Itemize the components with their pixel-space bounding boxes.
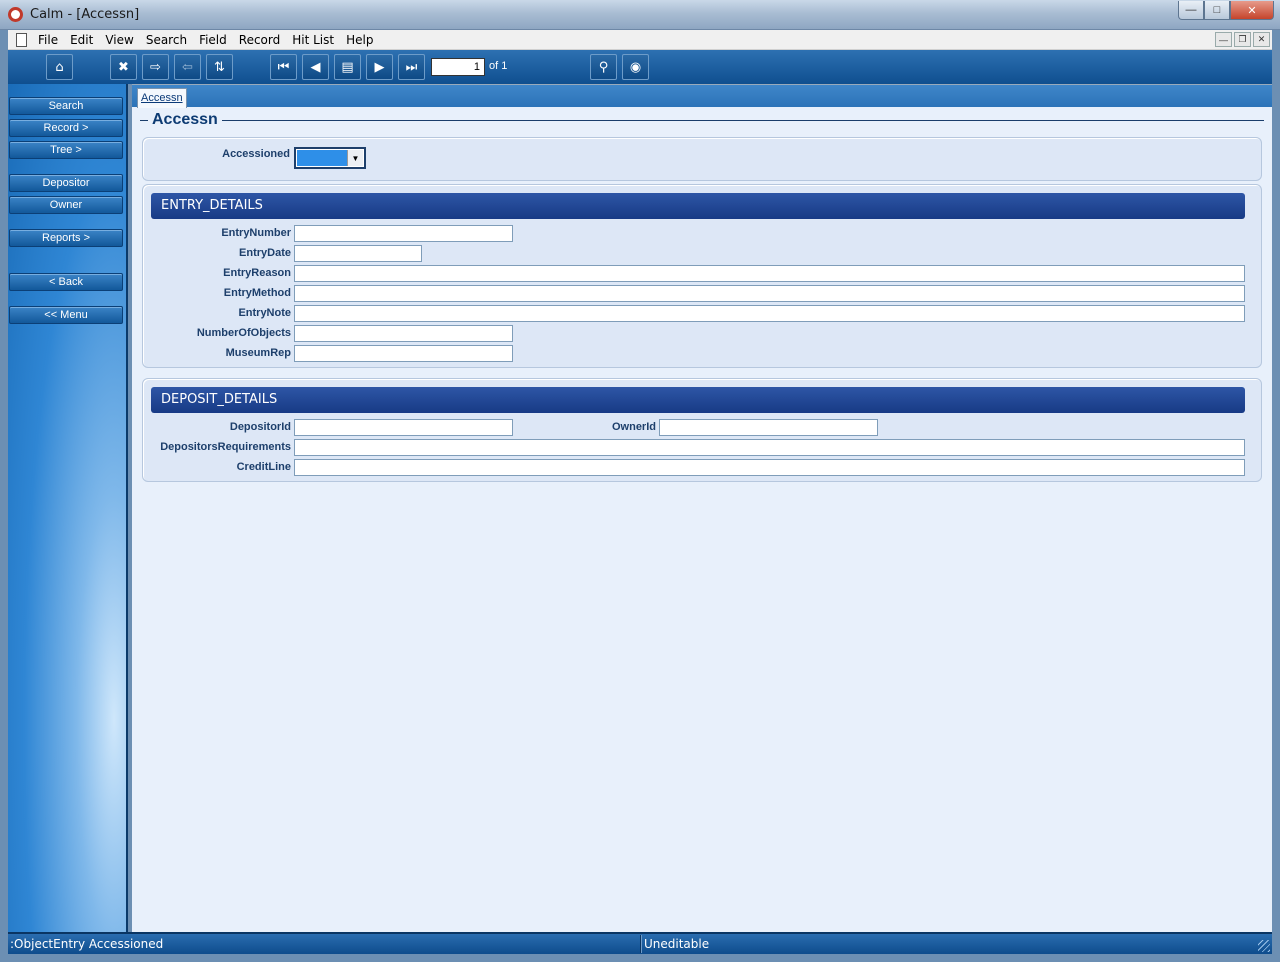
minimize-button[interactable]: — (1178, 1, 1204, 20)
last-record-icon[interactable]: ⏭ (398, 54, 425, 80)
depositors-requirements-label: DepositorsRequirements (160, 441, 291, 453)
depositor-id-field[interactable] (294, 419, 513, 436)
entry-reason-field[interactable] (294, 265, 1245, 282)
mdi-restore-button[interactable]: ❐ (1234, 32, 1251, 47)
museum-rep-field[interactable] (294, 345, 513, 362)
status-bar: :ObjectEntry Accessioned Uneditable (8, 932, 1272, 954)
tab-accessn[interactable]: Accessn (137, 88, 187, 108)
entry-date-label: EntryDate (239, 247, 291, 259)
window-bottom-frame (0, 954, 1280, 962)
maximize-button[interactable]: □ (1204, 1, 1230, 20)
entry-number-field[interactable] (294, 225, 513, 242)
window-controls: — □ ✕ (1178, 1, 1274, 20)
window-title: Calm - [Accessn] (30, 7, 140, 22)
entry-number-label: EntryNumber (221, 227, 291, 239)
title-rule (140, 120, 1264, 121)
menu-bar: File Edit View Search Field Record Hit L… (8, 30, 1272, 50)
menu-file[interactable]: File (38, 33, 58, 47)
entry-method-field[interactable] (294, 285, 1245, 302)
mdi-minimize-button[interactable]: — (1215, 32, 1232, 47)
sidebar-search-button[interactable]: Search (9, 97, 123, 115)
page-title: Accessn (148, 111, 222, 129)
sidebar-tree-button[interactable]: Tree > (9, 141, 123, 159)
entry-reason-label: EntryReason (223, 267, 291, 279)
accessioned-selection (297, 150, 347, 166)
entry-note-label: EntryNote (238, 307, 291, 319)
entry-details-heading: ENTRY_DETAILS (151, 193, 1245, 219)
entry-note-field[interactable] (294, 305, 1245, 322)
menu-search[interactable]: Search (146, 33, 187, 47)
owner-id-label: OwnerId (611, 421, 656, 433)
credit-line-field[interactable] (294, 459, 1245, 476)
status-divider (640, 935, 642, 953)
sort-icon[interactable]: ⇅ (206, 54, 233, 80)
sidebar-reports-button[interactable]: Reports > (9, 229, 123, 247)
chevron-down-icon[interactable]: ▼ (347, 150, 363, 166)
sidebar-owner-button[interactable]: Owner (9, 196, 123, 214)
number-of-objects-label: NumberOfObjects (196, 327, 291, 339)
menu-field[interactable]: Field (199, 33, 227, 47)
status-edit-mode: Uneditable (644, 937, 710, 951)
sidebar: Search Record > Tree > Depositor Owner R… (8, 84, 128, 932)
menu-edit[interactable]: Edit (70, 33, 93, 47)
accessioned-label: Accessioned (222, 148, 290, 160)
home-icon[interactable]: ⌂ (46, 54, 73, 80)
sidebar-record-button[interactable]: Record > (9, 119, 123, 137)
find-icon[interactable]: ⚲ (590, 54, 617, 80)
deposit-details-heading: DEPOSIT_DETAILS (151, 387, 1245, 413)
status-field-name: :ObjectEntry Accessioned (10, 937, 164, 951)
sidebar-back-button[interactable]: < Back (9, 273, 123, 291)
view-icon[interactable]: ◉ (622, 54, 649, 80)
back-arrow-icon[interactable]: ⇦ (174, 54, 201, 80)
entry-date-field[interactable] (294, 245, 422, 262)
sidebar-menu-button[interactable]: << Menu (9, 306, 123, 324)
owner-id-field[interactable] (659, 419, 878, 436)
first-record-icon[interactable]: ⏮ (270, 54, 297, 80)
list-view-icon[interactable]: ▤ (334, 54, 361, 80)
title-bar: Calm - [Accessn] — □ ✕ (0, 0, 1280, 30)
resize-grip-icon[interactable] (1258, 940, 1270, 952)
accessioned-dropdown[interactable]: ▼ (294, 147, 366, 169)
close-button[interactable]: ✕ (1230, 1, 1274, 20)
tab-strip: Accessn (132, 85, 1272, 108)
form-area: Accessn Accessn Accessioned ▼ ENTRY_DETA… (132, 84, 1272, 932)
calm-app-icon (8, 7, 23, 22)
depositor-id-label: DepositorId (229, 421, 291, 433)
next-record-icon[interactable]: ▶ (366, 54, 393, 80)
record-count: of 1 (489, 60, 508, 72)
entry-method-label: EntryMethod (223, 287, 291, 299)
museum-rep-label: MuseumRep (225, 347, 291, 359)
toolbar: ⌂ ✖ ⇨ ⇦ ⇅ ⏮ ◀ ▤ ▶ ⏭ 1 of 1 ⚲ ◉ (8, 50, 1272, 84)
menu-hit-list[interactable]: Hit List (292, 33, 334, 47)
menu-help[interactable]: Help (346, 33, 373, 47)
depositors-requirements-field[interactable] (294, 439, 1245, 456)
number-of-objects-field[interactable] (294, 325, 513, 342)
menu-view[interactable]: View (105, 33, 133, 47)
document-icon[interactable] (16, 33, 27, 47)
fullscreen-icon[interactable]: ✖ (110, 54, 137, 80)
sidebar-depositor-button[interactable]: Depositor (9, 174, 123, 192)
forward-icon[interactable]: ⇨ (142, 54, 169, 80)
credit-line-label: CreditLine (236, 461, 291, 473)
menu-record[interactable]: Record (239, 33, 280, 47)
record-number-input[interactable]: 1 (431, 58, 485, 76)
previous-record-icon[interactable]: ◀ (302, 54, 329, 80)
mdi-close-button[interactable]: ✕ (1253, 32, 1270, 47)
